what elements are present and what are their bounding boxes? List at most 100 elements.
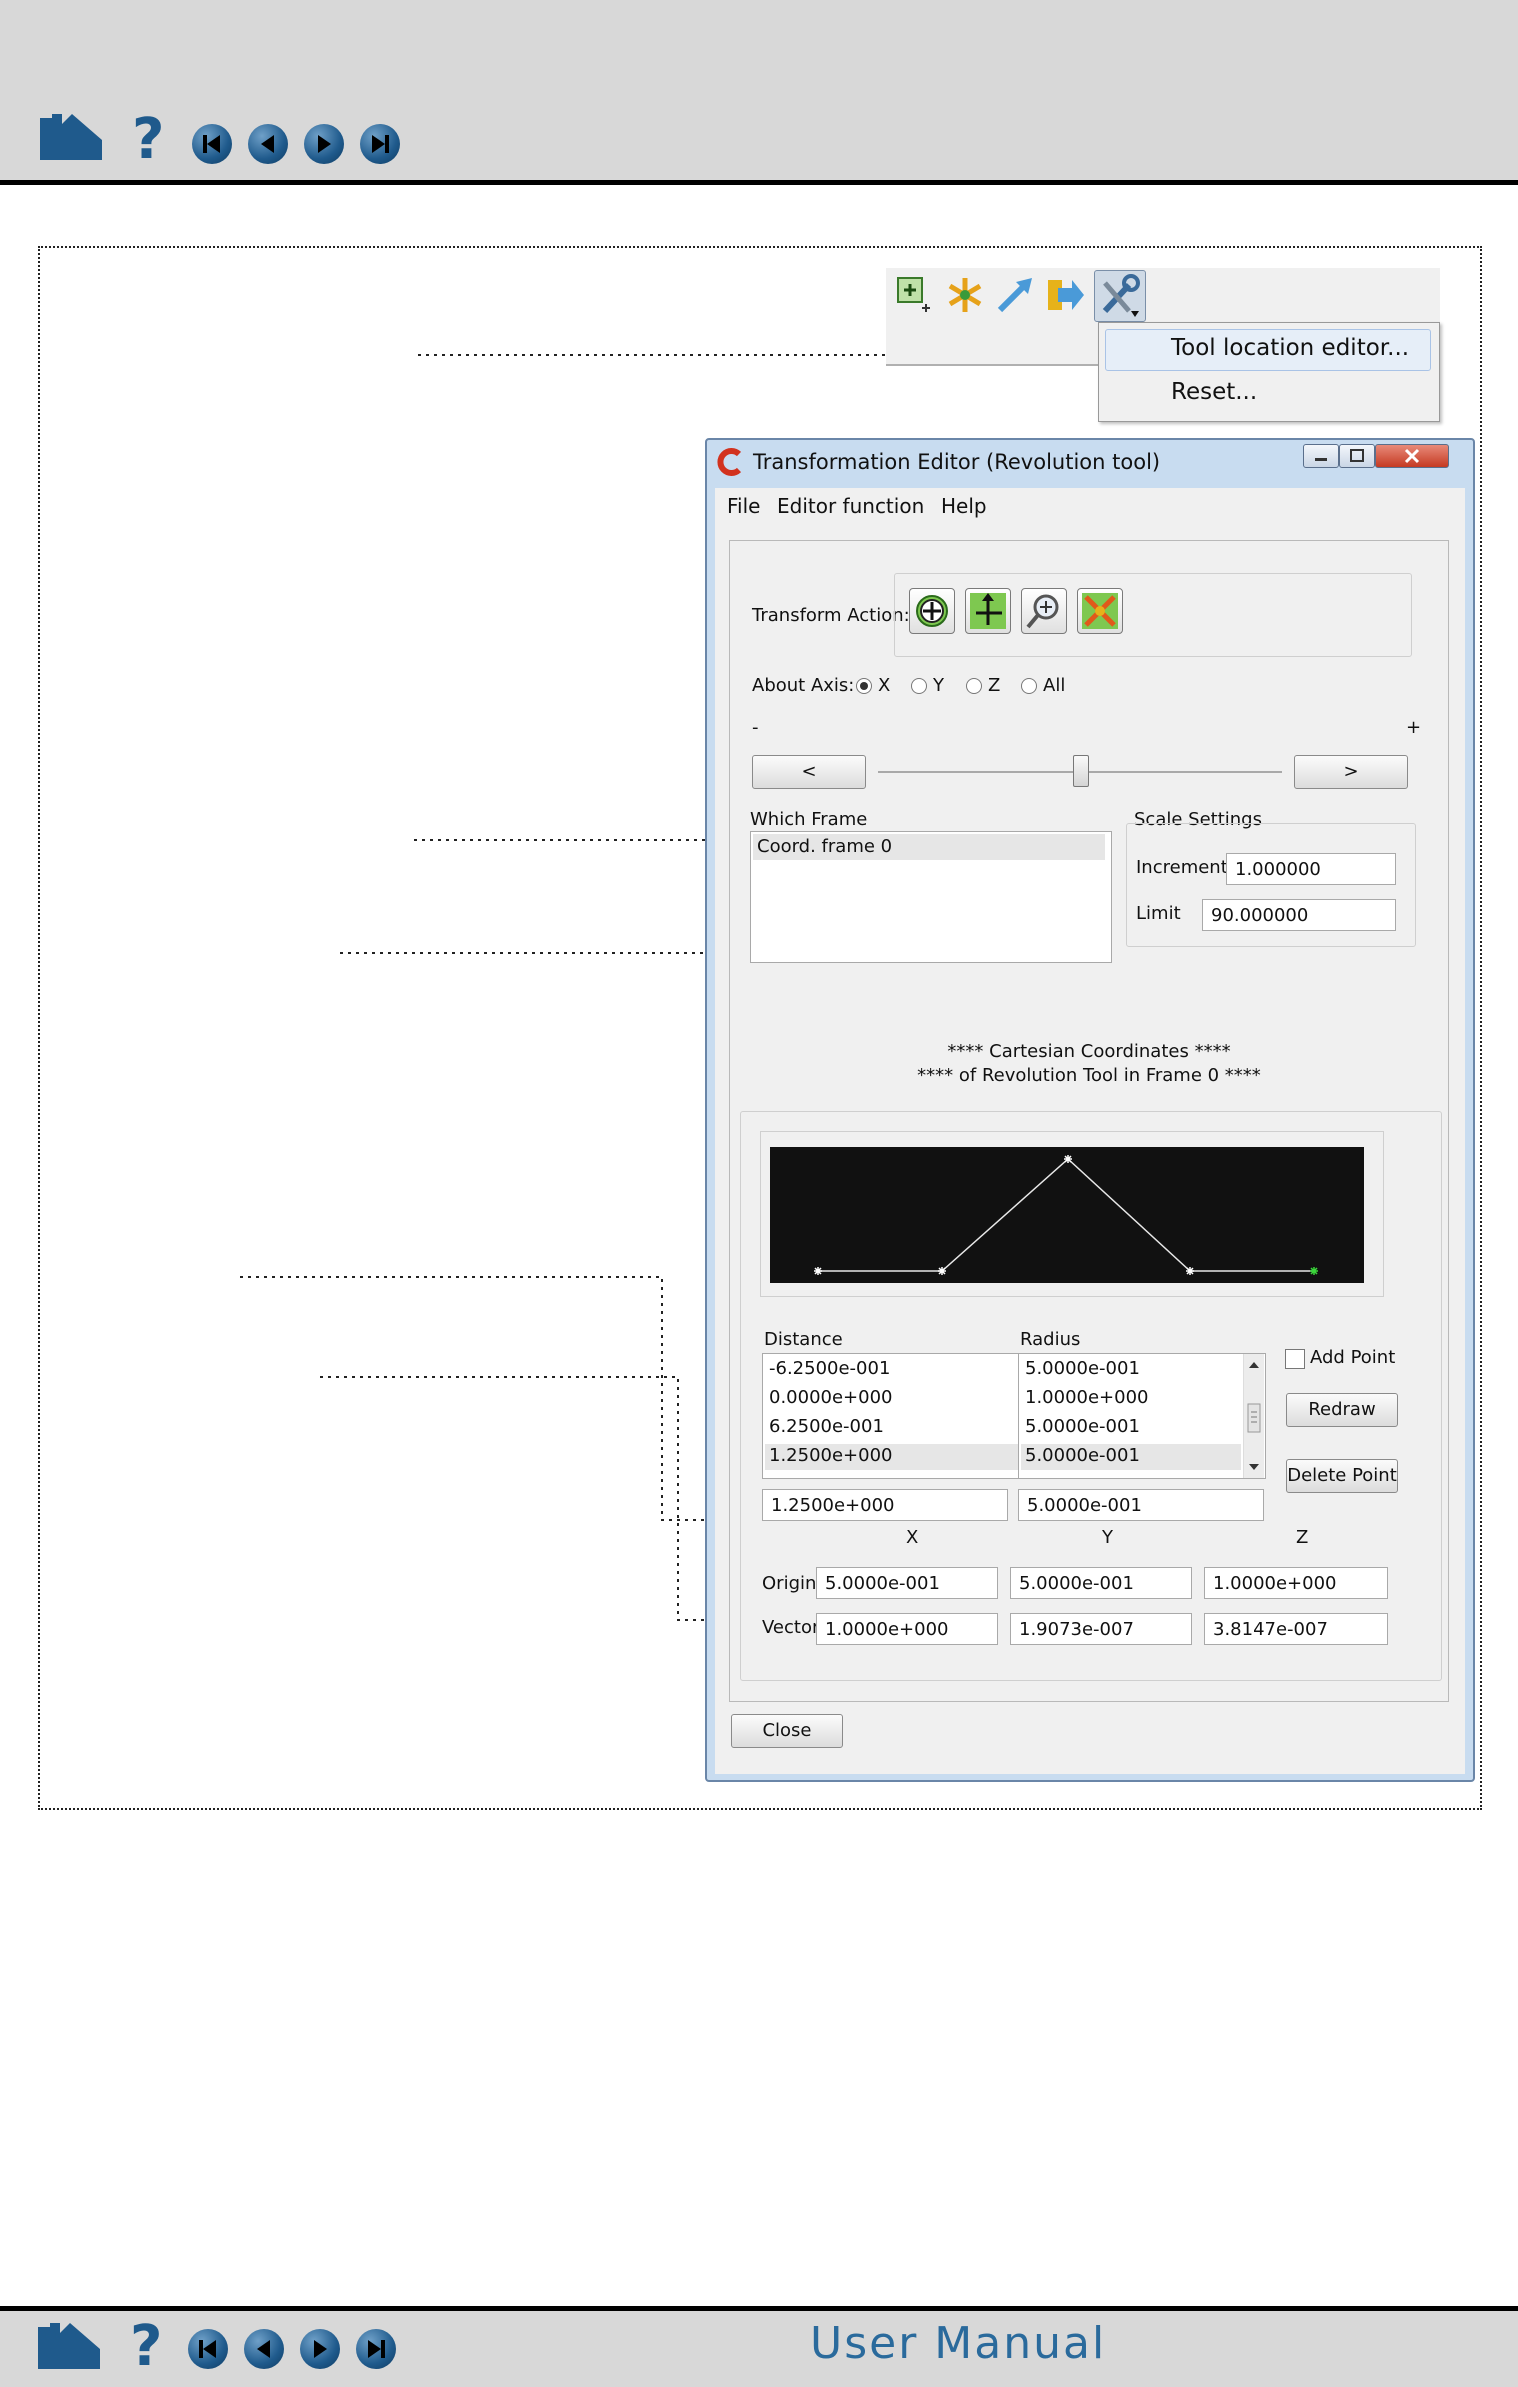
axis-y-radio[interactable] [911,678,927,694]
tool-options-menu: Tool location editor... Reset... [1098,322,1440,422]
add-point-label: Add Point [1310,1347,1396,1368]
axis-all-radio[interactable] [1021,678,1037,694]
vector-label: Vector [762,1617,820,1638]
translate-action-button[interactable] [965,588,1011,634]
add-point-checkbox[interactable] [1285,1349,1305,1369]
app-logo-icon [717,448,742,476]
wrench-icon [1102,274,1140,317]
scale-action-button[interactable] [1077,588,1123,634]
page-footer-bar: ? [0,2306,1518,2387]
slider-plus-label: + [1406,717,1422,738]
delete-point-button[interactable]: Delete Point [1286,1459,1398,1493]
coords-heading-line1: **** Cartesian Coordinates **** [947,1041,1231,1062]
last-page-icon[interactable] [356,2329,396,2369]
transform-action-label: Transform Action: [752,605,910,626]
star-tool-icon[interactable] [944,274,986,316]
which-frame-label: Which Frame [750,809,868,830]
increment-field[interactable]: 1.000000 [1226,853,1396,885]
origin-y-field[interactable]: 5.0000e-001 [1010,1567,1192,1599]
distance-edit-field[interactable]: 1.2500e+000 [762,1489,1008,1521]
coords-heading-line2: **** of Revolution Tool in Frame 0 **** [917,1065,1261,1086]
export-tool-icon[interactable] [1044,274,1086,316]
axis-y-label: Y [933,675,944,696]
editor-panel: Transform Action: About Axis: X Y Z All … [729,540,1449,1702]
previous-page-icon[interactable] [244,2329,284,2369]
axis-z-label: Z [988,675,1001,696]
radius-label: Radius [1020,1329,1081,1350]
radius-edit-field[interactable]: 5.0000e-001 [1018,1489,1264,1521]
axis-z-radio[interactable] [966,678,982,694]
menu-file[interactable]: File [727,494,760,518]
close-button[interactable]: Close [731,1714,843,1748]
maximize-button[interactable] [1339,444,1375,468]
zoom-action-button[interactable] [1021,588,1067,634]
minimize-button[interactable] [1303,444,1339,468]
increment-label: Increment [1136,857,1228,878]
selected-point [1310,1267,1318,1275]
distance-label: Distance [764,1329,843,1350]
slider-thumb[interactable] [1073,755,1089,787]
origin-x-field[interactable]: 5.0000e-001 [816,1567,998,1599]
profile-graph[interactable] [770,1147,1364,1283]
slider-minus-label: - [752,717,759,738]
origin-z-field[interactable]: 1.0000e+000 [1204,1567,1388,1599]
about-axis-label: About Axis: [752,675,855,696]
window-titlebar[interactable]: Transformation Editor (Revolution tool) [707,440,1473,484]
tool-options-button[interactable] [1094,270,1146,322]
window-title: Transformation Editor (Revolution tool) [753,450,1161,474]
help-icon[interactable]: ? [130,2319,162,2375]
arrow-tool-icon[interactable] [994,274,1036,316]
next-page-icon[interactable] [300,2329,340,2369]
list-item[interactable]: 1.0000e+000 [1025,1387,1149,1408]
rotate-icon [916,595,948,627]
window-close-button[interactable] [1375,444,1449,468]
list-item[interactable]: 6.2500e-001 [769,1416,884,1437]
radius-list[interactable]: 5.0000e-001 1.0000e+000 5.0000e-001 5.00… [1018,1353,1266,1479]
list-item[interactable]: 1.2500e+000 [769,1445,893,1466]
origin-label: Origin [762,1573,817,1594]
menu-bar: File Editor function Help [715,488,1465,524]
menu-item-tool-location-editor[interactable]: Tool location editor... [1171,335,1409,361]
list-item[interactable]: -6.2500e-001 [769,1358,890,1379]
first-page-icon[interactable] [188,2329,228,2369]
list-item[interactable]: 5.0000e-001 [1025,1416,1140,1437]
vector-z-field[interactable]: 3.8147e-007 [1204,1613,1388,1645]
distance-list[interactable]: -6.2500e-001 0.0000e+000 6.2500e-001 1.2… [762,1353,1052,1479]
axis-x-radio[interactable] [856,678,872,694]
add-tool-icon[interactable] [894,274,936,316]
minimize-icon [1315,458,1327,461]
vector-y-field[interactable]: 1.9073e-007 [1010,1613,1192,1645]
maximize-icon [1350,449,1364,462]
x-header: X [906,1527,919,1548]
list-item[interactable]: 0.0000e+000 [769,1387,893,1408]
list-item[interactable]: 5.0000e-001 [1025,1358,1140,1379]
radius-scrollbar[interactable] [1243,1354,1264,1478]
z-header: Z [1296,1527,1309,1548]
slider-decrement-button[interactable]: < [752,755,866,789]
transform-action-group [894,573,1412,657]
translate-icon [970,593,1006,629]
close-icon [1404,448,1420,464]
axis-all-label: All [1043,675,1066,696]
list-item[interactable]: Coord. frame 0 [757,836,892,857]
axis-x-label: X [878,675,891,696]
menu-editor-function[interactable]: Editor function [777,494,924,518]
toolbar-divider [886,364,1100,366]
limit-field[interactable]: 90.000000 [1202,899,1396,931]
slider-increment-button[interactable]: > [1294,755,1408,789]
magnify-icon [1026,594,1059,629]
menu-item-reset[interactable]: Reset... [1171,379,1257,405]
menu-help[interactable]: Help [941,494,987,518]
y-header: Y [1102,1527,1113,1548]
home-icon[interactable] [36,2321,102,2371]
which-frame-list[interactable]: Coord. frame 0 [750,831,1112,963]
vector-x-field[interactable]: 1.0000e+000 [816,1613,998,1645]
scale-icon [1082,593,1118,629]
manual-title: User Manual [810,2318,1107,2369]
redraw-button[interactable]: Redraw [1286,1393,1398,1427]
limit-label: Limit [1136,903,1181,924]
list-item[interactable]: 5.0000e-001 [1025,1445,1140,1466]
transformation-editor-window: Transformation Editor (Revolution tool) … [705,438,1475,1782]
window-client-area: Transform Action: About Axis: X Y Z All … [715,524,1465,1774]
rotate-action-button[interactable] [909,588,955,634]
